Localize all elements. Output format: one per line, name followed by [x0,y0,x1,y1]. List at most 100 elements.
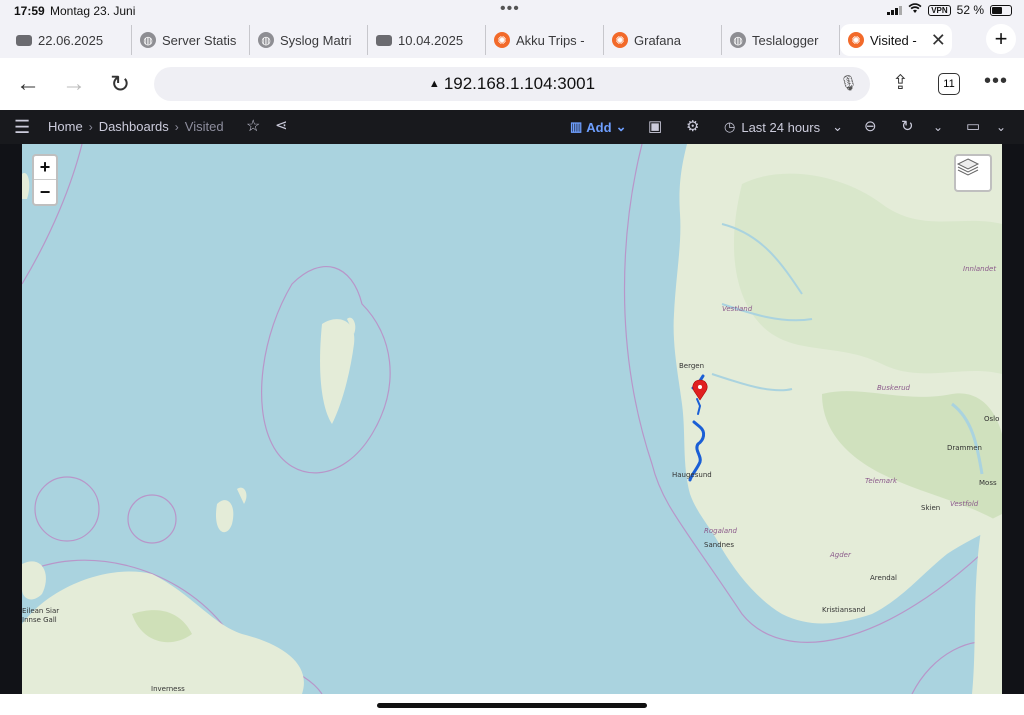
refresh-icon[interactable]: ↻ [901,117,914,135]
tab-1[interactable]: 22.06.2025 [8,25,132,55]
add-label: Add [586,119,612,135]
microphone-icon[interactable]: 🎙 [839,74,858,92]
map-label-rogaland: Rogaland [704,527,737,535]
tab-6[interactable]: ✺ Grafana [604,25,722,55]
close-tab-icon[interactable]: ✕ [931,30,946,51]
geomap[interactable]: Bergen Haugesund Sandnes Arendal Kristia… [22,144,1002,694]
url-field[interactable]: ▲ 192.168.1.104:3001 🎙 [154,67,870,101]
back-arrow-icon[interactable]: ← [16,70,40,98]
map-label-arendal: Arendal [870,574,897,582]
map-label-telemark: Telemark [865,477,898,485]
map-label-eilean: Eilean Siar [22,607,60,615]
image-icon [16,34,32,46]
map-label-haugesund: Haugesund [672,471,712,479]
zoom-control: + − [32,154,58,206]
cellular-signal-icon [887,5,903,15]
gear-icon[interactable]: ⚙ [686,117,699,135]
url-text: 192.168.1.104:3001 [443,74,596,93]
tab-bar: 22.06.2025 ◍ Server Statis ◍ Syslog Matr… [0,22,1024,58]
save-icon[interactable]: ▣ [648,117,662,135]
more-icon[interactable]: ••• [984,70,1008,93]
chevron-down-icon: ⌄ [832,119,844,134]
status-time: 17:59 [14,4,45,18]
view-chevron-icon[interactable]: ⌄ [996,120,1006,134]
grafana-toolbar: ☰ Home › Dashboards › Visited ☆ ⋖ ▥ Add … [0,110,1024,144]
grafana-icon: ✺ [494,32,510,48]
chevron-down-icon: ⌄ [615,119,627,134]
breadcrumb-current: Visited [184,119,224,134]
wifi-icon [908,3,922,17]
add-button[interactable]: ▥ Add ⌄ [570,119,626,135]
tab-7[interactable]: ◍ Teslalogger [722,25,840,55]
map-label-skien: Skien [921,504,941,512]
map-label-vestland: Vestland [722,305,753,313]
map-panel: Bergen Haugesund Sandnes Arendal Kristia… [0,144,1024,694]
globe-icon: ◍ [258,32,274,48]
battery-icon [990,4,1012,16]
grafana-icon: ✺ [612,32,628,48]
zoom-out-icon[interactable]: ⊖ [864,117,877,135]
grafana-icon: ✺ [848,32,864,48]
time-range-label: Last 24 hours [741,119,821,135]
globe-icon: ◍ [140,32,156,48]
tab-label: Syslog Matri [280,32,352,48]
tab-count-button[interactable]: 11 [938,73,960,95]
zoom-out-button[interactable]: − [34,180,56,204]
menu-icon[interactable]: ☰ [14,117,30,138]
image-icon [376,34,392,46]
map-label-drammen: Drammen [947,444,982,452]
reload-icon[interactable]: ↻ [110,70,130,99]
breadcrumb: Home › Dashboards › Visited [48,119,224,134]
tab-4[interactable]: 10.04.2025 [368,25,486,55]
add-panel-icon: ▥ [570,119,583,134]
map-label-bergen: Bergen [679,362,705,370]
tab-label: Visited - [870,32,917,48]
map-label-moss: Moss [979,479,997,487]
refresh-interval-chevron-icon[interactable]: ⌄ [933,120,943,134]
time-range-picker[interactable]: ◷ Last 24 hours ⌄ [724,119,843,135]
layers-icon [956,158,980,176]
map-label-buskerud: Buskerud [877,384,911,392]
map-label-innlandet: Innlandet [963,265,997,273]
home-indicator-pill[interactable] [377,703,647,708]
tab-3[interactable]: ◍ Syslog Matri [250,25,368,55]
address-bar: ← → ↻ ▲ 192.168.1.104:3001 🎙 ⇪ 11 ••• [0,58,1024,110]
chevron-right-icon: › [88,119,93,134]
map-label-oslo: Oslo [984,415,1000,423]
tab-label: Akku Trips - [516,32,585,48]
forward-arrow-icon[interactable]: → [62,70,86,98]
tab-label: 10.04.2025 [398,32,464,48]
map-label-inverness: Inverness [151,685,185,693]
tab-active-visited[interactable]: ✺ Visited - ✕ [840,24,952,56]
map-label-sandnes: Sandnes [704,541,735,549]
vpn-badge: VPN [928,4,951,16]
tab-2[interactable]: ◍ Server Statis [132,25,250,55]
map-label-vestfold: Vestfold [950,500,979,508]
warning-icon: ▲ [428,78,440,90]
map-label-agder: Agder [830,551,851,559]
multitask-dots-icon[interactable]: ••• [500,0,520,18]
tab-label: Grafana [634,32,681,48]
map-label-kristiansand: Kristiansand [822,606,866,614]
tab-label: Server Statis [162,32,237,48]
home-indicator [0,694,1024,715]
tab-5[interactable]: ✺ Akku Trips - [486,25,604,55]
zoom-in-button[interactable]: + [34,156,56,180]
tv-mode-icon[interactable]: ▭ [966,117,980,135]
globe-icon: ◍ [730,32,746,48]
share-icon[interactable]: ⇪ [892,70,909,95]
chevron-right-icon: › [174,119,179,134]
star-icon[interactable]: ☆ [246,116,260,136]
status-bar: 17:59 Montag 23. Juni ••• VPN 52 % [0,0,1024,22]
breadcrumb-home[interactable]: Home [48,119,83,134]
map-label-eilean-2: Innse Gall [22,616,57,624]
breadcrumb-dashboards[interactable]: Dashboards [99,119,169,134]
status-date: Montag 23. Juni [50,4,136,18]
tab-label: 22.06.2025 [38,32,104,48]
clock-icon: ◷ [724,119,736,134]
battery-percent: 52 % [956,3,984,17]
tab-label: Teslalogger [752,32,819,48]
layers-button[interactable] [954,154,992,192]
new-tab-button[interactable]: + [986,24,1016,54]
share-dashboard-icon[interactable]: ⋖ [275,116,288,134]
